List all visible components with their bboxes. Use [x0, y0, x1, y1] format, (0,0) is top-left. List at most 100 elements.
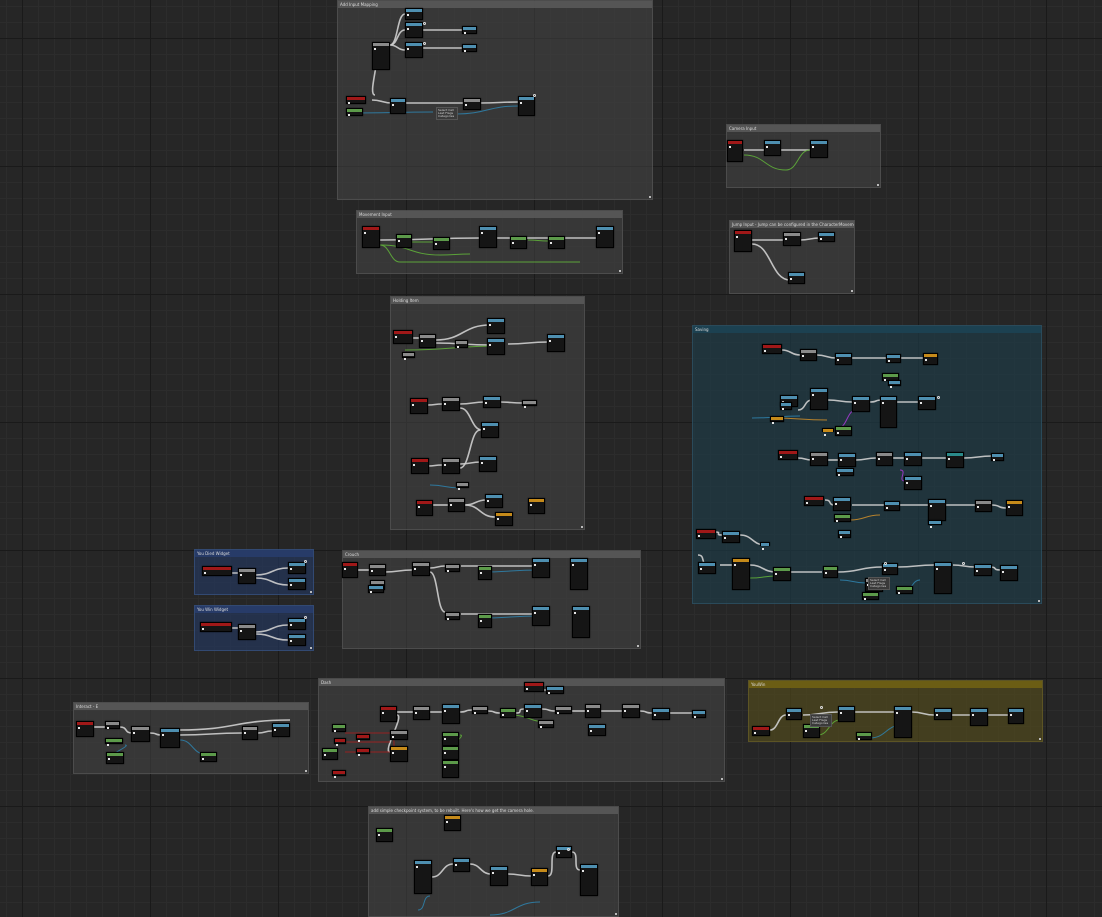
function-node[interactable]: [810, 388, 828, 410]
event-node[interactable]: [356, 748, 370, 756]
function-node[interactable]: [453, 858, 470, 872]
event-node[interactable]: [778, 450, 798, 460]
event-node[interactable]: [202, 566, 232, 576]
function-node[interactable]: [272, 723, 290, 737]
pure-node[interactable]: [500, 708, 516, 718]
function-node[interactable]: [414, 860, 432, 894]
function-node[interactable]: [405, 22, 423, 38]
function-node[interactable]: [546, 686, 564, 694]
macro-node[interactable]: [131, 726, 150, 742]
pure-node[interactable]: [835, 426, 852, 436]
custom-event-node[interactable]: [444, 815, 461, 831]
pure-node[interactable]: [376, 828, 393, 842]
macro-node[interactable]: [390, 730, 408, 740]
macro-node[interactable]: [413, 706, 430, 720]
event-node[interactable]: [362, 226, 380, 248]
pure-node[interactable]: [862, 592, 879, 600]
function-node[interactable]: [880, 396, 897, 428]
function-node[interactable]: [405, 42, 423, 58]
event-node[interactable]: [76, 721, 94, 737]
function-node[interactable]: [692, 710, 706, 718]
function-node[interactable]: [462, 44, 477, 52]
event-node[interactable]: [334, 738, 346, 746]
custom-event-node[interactable]: [528, 498, 545, 514]
pure-node[interactable]: [773, 567, 791, 581]
macro-node[interactable]: [242, 726, 258, 740]
event-node[interactable]: [524, 682, 544, 692]
event-node[interactable]: [411, 458, 429, 474]
pure-node[interactable]: [433, 237, 450, 250]
function-node[interactable]: [788, 272, 805, 284]
macro-node[interactable]: [442, 458, 460, 474]
function-node[interactable]: [288, 634, 306, 646]
function-node[interactable]: [838, 706, 855, 722]
event-node[interactable]: [342, 562, 358, 578]
event-node[interactable]: [804, 496, 824, 506]
function-node[interactable]: [479, 456, 497, 472]
function-node[interactable]: [833, 497, 851, 511]
wire-note-label[interactable]: Select Call Last Flags Categories: [868, 577, 890, 590]
blueprint-graph-canvas[interactable]: Add Input Mapping Camera Input Movement In…: [0, 0, 1102, 917]
function-node[interactable]: [835, 353, 852, 365]
function-node[interactable]: [483, 396, 501, 408]
event-node[interactable]: [727, 140, 743, 162]
pure-node[interactable]: [332, 724, 346, 732]
function-node[interactable]: [485, 494, 503, 508]
function-node[interactable]: [390, 98, 406, 114]
function-node[interactable]: [934, 562, 952, 594]
macro-node[interactable]: [783, 232, 801, 246]
event-node[interactable]: [346, 96, 366, 104]
pure-node[interactable]: [105, 738, 123, 746]
function-node[interactable]: [462, 26, 477, 34]
event-node[interactable]: [200, 622, 232, 632]
macro-node[interactable]: [555, 706, 572, 714]
pure-node[interactable]: [856, 732, 872, 740]
macro-node[interactable]: [522, 400, 537, 408]
event-node[interactable]: [752, 726, 770, 736]
custom-event-node[interactable]: [531, 868, 548, 886]
macro-node[interactable]: [463, 98, 481, 110]
macro-node[interactable]: [419, 334, 436, 348]
function-node[interactable]: [818, 232, 835, 242]
event-node[interactable]: [410, 398, 428, 414]
cast-node[interactable]: [946, 452, 964, 468]
function-node[interactable]: [836, 468, 854, 476]
function-node[interactable]: [970, 708, 988, 726]
pure-node[interactable]: [548, 236, 565, 249]
macro-node[interactable]: [448, 498, 465, 512]
function-node[interactable]: [764, 140, 781, 156]
pure-node[interactable]: [478, 614, 492, 628]
function-node[interactable]: [288, 578, 306, 590]
pure-node[interactable]: [478, 566, 492, 580]
function-node[interactable]: [490, 866, 508, 886]
function-node[interactable]: [487, 318, 505, 334]
function-node[interactable]: [518, 96, 535, 116]
custom-event-node[interactable]: [1006, 500, 1023, 516]
event-node[interactable]: [393, 330, 413, 344]
pure-node[interactable]: [442, 732, 459, 746]
event-node[interactable]: [696, 529, 716, 539]
function-node[interactable]: [1008, 708, 1024, 724]
custom-event-node[interactable]: [822, 428, 834, 436]
function-node[interactable]: [698, 562, 716, 574]
function-node[interactable]: [904, 476, 922, 490]
function-node[interactable]: [368, 585, 384, 593]
macro-node[interactable]: [876, 452, 893, 466]
pure-node[interactable]: [106, 752, 124, 764]
function-node[interactable]: [888, 380, 901, 388]
macro-node[interactable]: [455, 340, 468, 348]
pure-node[interactable]: [823, 566, 838, 578]
function-node[interactable]: [532, 606, 550, 626]
function-node[interactable]: [288, 618, 306, 630]
function-node[interactable]: [1000, 565, 1018, 581]
function-node[interactable]: [780, 402, 792, 410]
custom-event-node[interactable]: [770, 416, 784, 424]
function-node[interactable]: [918, 396, 936, 410]
wire-note-label[interactable]: Select Call Last Flags Categories: [810, 714, 832, 727]
function-node[interactable]: [894, 706, 912, 738]
function-node[interactable]: [580, 864, 598, 896]
wire-note-label[interactable]: Select Call Last Flags Categories: [436, 107, 458, 120]
pure-node[interactable]: [834, 514, 851, 522]
function-node[interactable]: [588, 724, 606, 736]
pure-node[interactable]: [442, 746, 459, 760]
